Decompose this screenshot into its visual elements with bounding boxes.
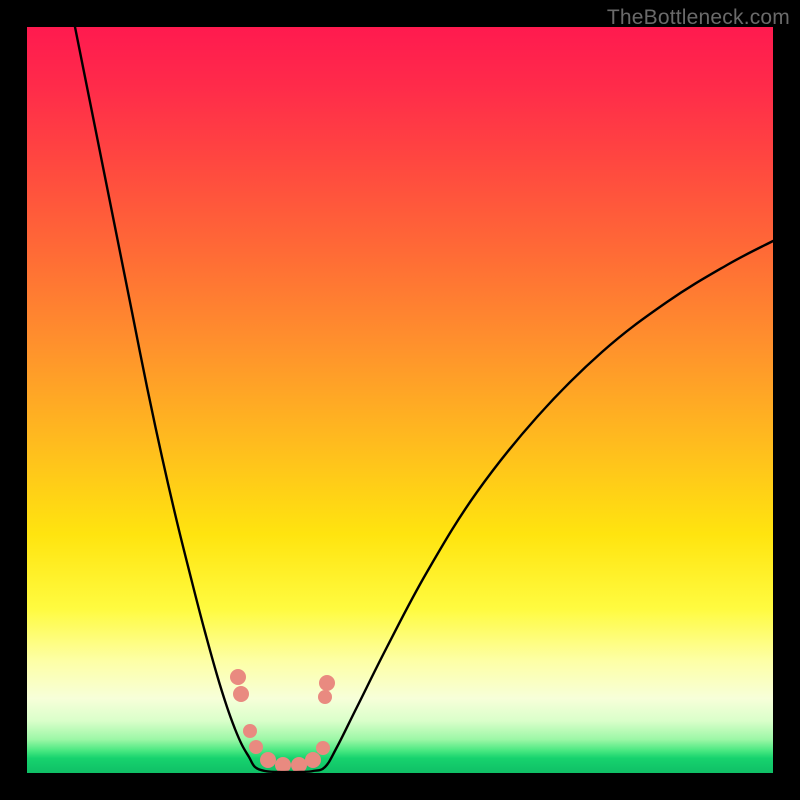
curve-layer — [27, 27, 773, 773]
plot-area — [27, 27, 773, 773]
valley-marker-dot — [319, 675, 335, 691]
valley-marker-dot — [260, 752, 276, 768]
valley-marker-dot — [275, 757, 291, 773]
valley-marker-dot — [291, 757, 307, 773]
valley-marker-dot — [305, 752, 321, 768]
valley-marker-dot — [316, 741, 330, 755]
valley-markers — [230, 669, 335, 773]
valley-marker-dot — [230, 669, 246, 685]
chart-frame: TheBottleneck.com — [0, 0, 800, 800]
valley-marker-dot — [233, 686, 249, 702]
valley-marker-dot — [243, 724, 257, 738]
valley-marker-dot — [249, 740, 263, 754]
bottleneck-curve — [75, 27, 773, 772]
valley-marker-dot — [318, 690, 332, 704]
